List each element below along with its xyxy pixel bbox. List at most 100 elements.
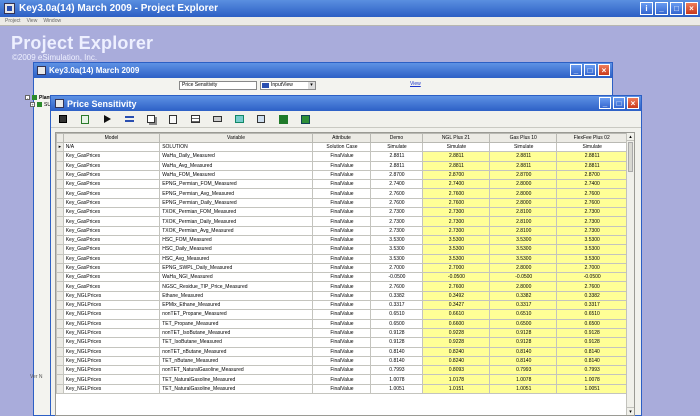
table-cell[interactable]: Key_NGLPrices [62, 318, 161, 329]
column-header[interactable]: Gas Plus 10 [489, 133, 558, 143]
table-cell[interactable]: EPMix_Ethane_Measured [159, 300, 313, 311]
scroll-thumb[interactable] [628, 142, 633, 172]
table-cell[interactable]: Key_GasPrices [62, 160, 161, 171]
table-cell[interactable]: 0.8140 [370, 355, 423, 367]
table-cell[interactable]: Key_GasPrices [62, 281, 161, 292]
table-cell[interactable]: Key_GasPrices [62, 272, 161, 283]
table-cell[interactable]: TET_NaturalGasoline_Measured [159, 383, 313, 395]
row-selector[interactable] [56, 207, 64, 218]
table-cell[interactable]: WaHa_Avg_Measured [159, 160, 313, 171]
table-cell[interactable]: Simulate [556, 141, 627, 153]
table-cell[interactable]: 0.8093 [421, 365, 491, 376]
table-cell[interactable]: FinalValue [311, 160, 372, 171]
project-maximize-button[interactable]: □ [584, 64, 596, 76]
table-cell[interactable]: Simulate [489, 141, 558, 153]
table-cell[interactable]: 2.7300 [370, 207, 423, 218]
table-cell[interactable]: 0.6510 [556, 309, 627, 320]
table-cell[interactable]: 1.0051 [489, 383, 558, 395]
table-cell[interactable]: 0.7993 [556, 365, 627, 376]
excel-icon[interactable] [275, 113, 291, 126]
table-cell[interactable]: TET_Propane_Measured [159, 318, 313, 329]
table-cell[interactable]: 1.0178 [421, 374, 491, 385]
table-cell[interactable]: 3.5300 [421, 253, 491, 264]
row-selector[interactable] [56, 244, 64, 255]
minimize-button[interactable]: _ [655, 2, 668, 15]
sensitivity-minimize-button[interactable]: _ [599, 97, 611, 109]
row-selector[interactable] [56, 188, 64, 199]
table-cell[interactable]: 2.8000 [489, 188, 558, 199]
table-cell[interactable]: 0.9128 [489, 327, 558, 339]
row-selector[interactable] [56, 169, 64, 181]
view-select[interactable]: InputView ▾ [260, 81, 316, 90]
project-window-title-bar[interactable]: Key3.0a(14) March 2009 _ □ × [34, 63, 612, 78]
table-cell[interactable]: 0.8140 [556, 346, 627, 357]
table-row[interactable]: Key_GasPrices HSC_Daily_Measured FinalValu… [56, 244, 627, 255]
table-cell[interactable]: N/A [62, 141, 161, 153]
table-row[interactable]: Key_GasPrices TXOK_Permian_Daily_Measured… [56, 216, 627, 227]
row-selector[interactable] [56, 365, 64, 376]
table-cell[interactable]: FinalValue [311, 262, 372, 274]
table-cell[interactable]: FinalValue [311, 355, 372, 367]
table-cell[interactable]: 0.6500 [489, 318, 558, 329]
table-cell[interactable]: Key_NGLPrices [62, 365, 161, 376]
column-header[interactable]: Attribute [311, 133, 372, 143]
table-cell[interactable]: 0.9128 [489, 337, 558, 348]
table-cell[interactable]: 2.7300 [421, 216, 491, 227]
table-cell[interactable]: 0.6500 [370, 318, 423, 329]
table-cell[interactable]: 2.7600 [421, 281, 491, 292]
table-cell[interactable]: Key_NGLPrices [62, 374, 161, 385]
table-cell[interactable]: 3.5300 [370, 244, 423, 255]
table-cell[interactable]: 2.7000 [370, 262, 423, 274]
table-row[interactable]: Key_GasPrices EPNG_SWPL_Daily_Measured Fin… [56, 262, 627, 274]
table-cell[interactable]: 0.9128 [370, 327, 423, 339]
table-cell[interactable]: FinalValue [311, 365, 372, 376]
table-cell[interactable]: Key_GasPrices [62, 244, 161, 255]
table-cell[interactable]: EPNG_Permian_FOM_Measured [159, 179, 313, 190]
column-header[interactable]: Demo [370, 133, 423, 143]
table-cell[interactable]: FinalValue [311, 309, 372, 320]
table-cell[interactable]: 0.9228 [421, 327, 491, 339]
table-cell[interactable]: FinalValue [311, 383, 372, 395]
table-cell[interactable]: 2.7600 [556, 188, 627, 199]
table-cell[interactable]: 2.7300 [370, 225, 423, 236]
table-cell[interactable]: WaHa_Daily_Measured [159, 151, 313, 162]
expand-icon[interactable]: + [30, 102, 35, 107]
table-cell[interactable]: 2.8811 [489, 151, 558, 162]
table-cell[interactable]: 2.8000 [489, 179, 558, 190]
table-row[interactable]: Key_GasPrices TXOK_Permian_FOM_Measured Fi… [56, 207, 627, 218]
table-cell[interactable]: Key_GasPrices [62, 169, 161, 181]
table-cell[interactable]: 2.7400 [556, 179, 627, 190]
table-cell[interactable]: 2.8100 [489, 225, 558, 236]
table-cell[interactable]: HSC_Avg_Measured [159, 253, 313, 264]
table-cell[interactable]: 0.6510 [489, 309, 558, 320]
table-cell[interactable]: FinalValue [311, 327, 372, 339]
table-cell[interactable]: 1.0051 [370, 383, 423, 395]
table-cell[interactable]: -0.0500 [421, 272, 491, 283]
table-row[interactable]: Key_NGLPrices TET_nButane_Measured FinalVa… [56, 355, 627, 367]
table-row[interactable]: Key_GasPrices TXOK_Permian_Avg_Measured Fi… [56, 225, 627, 236]
excel-alt-icon[interactable] [297, 113, 313, 126]
table-cell[interactable]: NGSC_Residue_TIP_Price_Measured [159, 281, 313, 292]
table-row[interactable]: Key_GasPrices NGSC_Residue_TIP_Price_Meas… [56, 281, 627, 292]
table-cell[interactable]: -0.0500 [489, 272, 558, 283]
table-row[interactable]: ▸ N/A SOLUTION Solution Case Simulate Si… [56, 141, 627, 153]
table-row[interactable]: Key_GasPrices WaHa_NGI_Measured FinalValue… [56, 272, 627, 283]
view-link[interactable]: View [410, 81, 421, 87]
table-row[interactable]: Key_GasPrices WaHa_FOM_Measured FinalValue… [56, 169, 627, 181]
row-selector[interactable] [56, 151, 64, 162]
menu-project[interactable]: Project [5, 17, 21, 25]
table-row[interactable]: Key_GasPrices EPNG_Permian_Avg_Measured Fi… [56, 188, 627, 199]
table-cell[interactable]: 2.7300 [421, 207, 491, 218]
table-row[interactable]: Key_NGLPrices TET_NaturalGasoline_Measure… [56, 374, 627, 385]
case-name-field[interactable]: Price Sensitivity [179, 81, 257, 90]
table-cell[interactable]: FinalValue [311, 179, 372, 190]
row-selector[interactable] [56, 216, 64, 227]
table-cell[interactable]: FinalValue [311, 253, 372, 264]
table-cell[interactable]: 0.3317 [370, 300, 423, 311]
table-cell[interactable]: Key_GasPrices [62, 197, 161, 209]
scroll-down-icon[interactable]: ▾ [627, 407, 634, 415]
table-cell[interactable]: Key_NGLPrices [62, 300, 161, 311]
table-cell[interactable]: 2.7600 [556, 197, 627, 209]
table-cell[interactable]: 3.5300 [556, 244, 627, 255]
table-cell[interactable]: 2.7400 [370, 179, 423, 190]
